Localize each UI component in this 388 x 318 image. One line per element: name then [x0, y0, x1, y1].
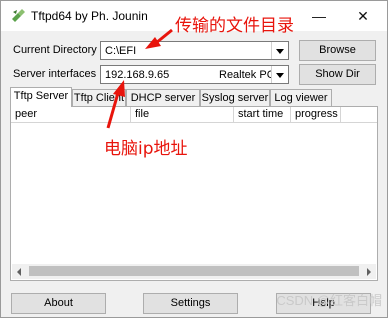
directory-annotation: 传输的文件目录 — [175, 16, 294, 36]
directory-arrow-icon — [145, 37, 161, 49]
watermark: CSDN @红客白帽 — [276, 293, 382, 308]
tab-tftp-server[interactable]: Tftp Server — [10, 87, 72, 107]
ip-arrow-icon — [113, 80, 125, 97]
annotation-arrows — [106, 28, 173, 129]
ip-annotation: 电脑ip地址 — [104, 139, 188, 159]
